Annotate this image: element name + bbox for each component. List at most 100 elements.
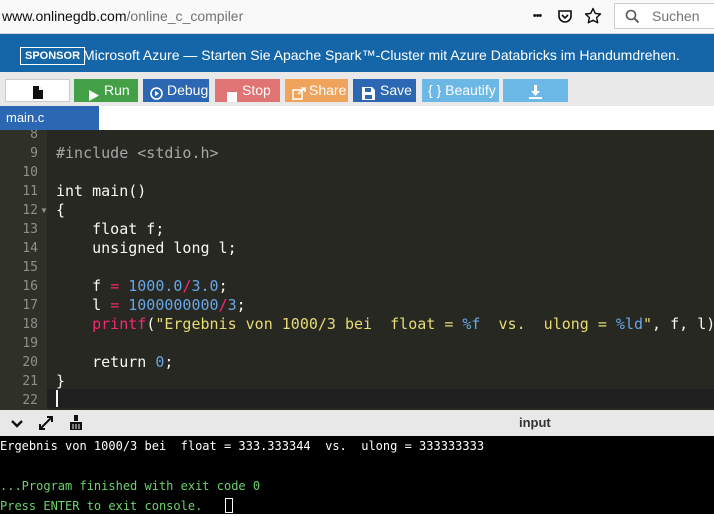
line-number: 9 [30,146,38,161]
save-label: Save [380,82,412,98]
tab-main-c-label: main.c [6,110,45,125]
active-line-highlight [47,389,714,408]
file-icon [33,83,43,106]
play-icon [89,85,99,108]
code-token: ( [146,315,156,333]
beautify-label: { } Beautify [428,82,496,98]
bookmark-star-icon[interactable] [582,5,604,27]
url-text: www.onlinegdb.com/online_c_compiler [2,8,243,24]
search-placeholder: Suchen [652,8,700,24]
code-token: return [56,353,156,371]
address-bar[interactable]: www.onlinegdb.com/online_c_compiler ••• [0,0,608,33]
run-button[interactable]: Run [74,79,138,102]
expand-arrows-icon[interactable] [37,410,55,436]
code-token: printf [92,315,147,333]
line-number: 12 [22,203,38,218]
line-number: 17 [22,298,38,313]
line-number: 10 [22,165,38,180]
console-header: input [0,410,714,436]
line-number: 13 [22,222,38,237]
share-button[interactable]: Share [285,79,348,102]
debug-button[interactable]: Debug [143,79,209,102]
stop-label: Stop [242,82,271,98]
browser-toolbar: www.onlinegdb.com/online_c_compiler ••• … [0,0,714,34]
code-token: vs. ulong = [480,315,616,333]
line-number-gutter: 8 9 10 11 12 ▼ 13 14 15 16 17 18 19 20 2… [0,130,48,410]
run-label: Run [104,82,130,98]
code-line: int main() [56,182,147,200]
new-file-button[interactable] [5,79,70,102]
url-host: www.onlinegdb.com [2,8,127,24]
code-token: / [218,296,228,314]
tab-main-c[interactable]: main.c [0,106,99,130]
code-line: return 0; [56,353,173,372]
code-token: 3.0 [191,277,219,295]
beautify-button[interactable]: { } Beautify [422,79,499,102]
share-icon [292,84,306,107]
sponsor-badge: SPONSOR [20,47,86,65]
code-token: 1000.0 [119,277,183,295]
pocket-icon[interactable] [554,5,576,27]
code-token: = [110,296,120,314]
code-token: 1000000000 [119,296,219,314]
console-cursor [225,498,233,513]
line-number: 16 [22,279,38,294]
stop-button[interactable]: Stop [215,79,280,102]
code-line: #include <stdio.h> [56,144,219,162]
code-token: l [56,296,111,314]
line-number: 19 [22,336,38,351]
input-label[interactable]: input [519,415,551,430]
code-line: f = 1000.0/3.0; [56,277,228,296]
download-button[interactable] [503,79,568,102]
console-output-line: Ergebnis von 1000/3 bei float = 333.3333… [0,439,485,453]
code-line: unsigned long l; [56,239,237,257]
clear-console-icon[interactable] [67,410,85,436]
search-input[interactable]: Suchen [614,3,714,29]
save-button[interactable]: Save [353,79,416,102]
code-line: float f; [56,220,165,238]
url-tools: ••• [526,5,606,27]
code-token: ; [218,277,228,295]
debug-play-icon [150,84,163,107]
url-path: /online_c_compiler [126,8,244,24]
line-number: 8 [30,130,38,142]
code-token: , f, l); [652,315,714,333]
code-line: { [56,201,66,219]
fold-arrow-icon[interactable]: ▼ [40,201,48,220]
file-tab-bar: main.c [0,106,714,130]
floppy-disk-icon [362,84,375,107]
download-icon [529,83,542,106]
code-token: %f [462,315,481,333]
console-output[interactable]: Ergebnis von 1000/3 bei float = 333.3333… [0,436,714,514]
debug-label: Debug [167,82,209,98]
code-token: ; [236,296,246,314]
code-line: } [56,372,66,390]
code-token: = [110,277,120,295]
line-number: 22 [22,393,38,408]
code-token: "Ergebnis von 1000/3 bei float = [155,315,463,333]
line-number: 14 [22,241,38,256]
code-line: l = 1000000000/3; [56,296,246,315]
code-token: 3 [227,296,237,314]
ide-toolbar: Run Debug Stop Share Save { } Beautify [0,72,714,106]
text-cursor [56,390,58,407]
line-number: 21 [22,374,38,389]
code-token: %ld [615,315,644,333]
line-number: 18 [22,317,38,332]
share-label: Share [309,82,347,98]
code-token: f [56,277,111,295]
code-editor[interactable]: 8 9 10 11 12 ▼ 13 14 15 16 17 18 19 20 2… [0,130,714,410]
code-token: ; [164,353,174,371]
sponsor-banner[interactable]: SPONSOR Microsoft Azure — Starten Sie Ap… [0,34,714,72]
line-number: 20 [22,355,38,370]
console-finish-line: ...Program finished with exit code 0 [0,479,261,493]
console-prompt-line: Press ENTER to exit console. [0,499,203,513]
code-line: printf("Ergebnis von 1000/3 bei float = … [56,315,714,334]
sponsor-text[interactable]: Microsoft Azure — Starten Sie Apache Spa… [83,47,680,63]
line-number: 11 [22,184,38,199]
collapse-chevron-icon[interactable] [8,410,26,436]
search-icon [625,9,640,24]
code-token: " [643,315,653,333]
more-actions-icon[interactable]: ••• [526,5,548,27]
